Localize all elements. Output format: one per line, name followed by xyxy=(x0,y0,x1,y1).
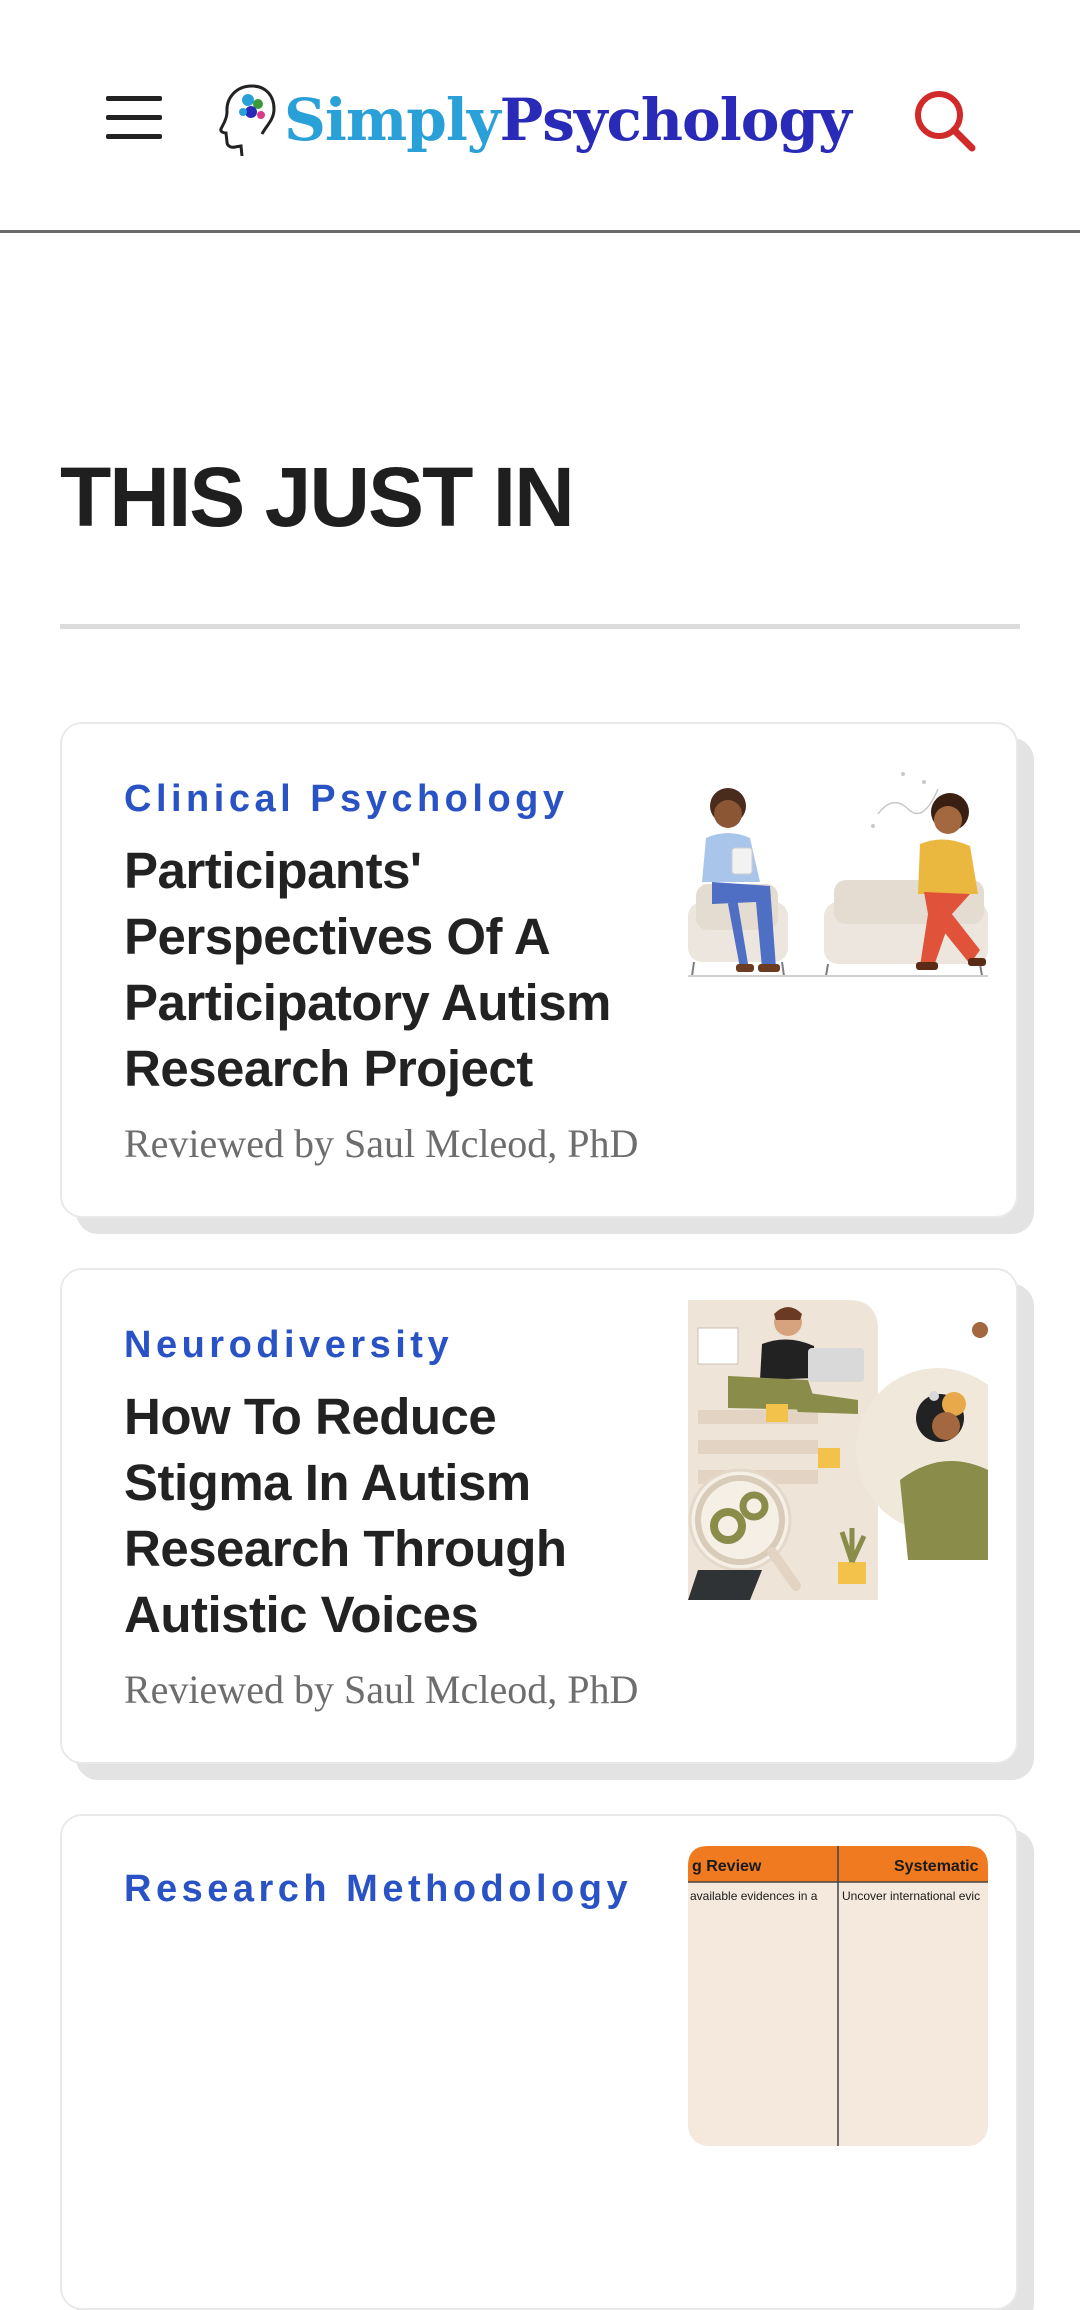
article-card[interactable]: Clinical Psychology Participants' Perspe… xyxy=(60,722,1018,1218)
thumb-header-left: g Review xyxy=(692,1858,762,1875)
logo-psychology: Psychology xyxy=(499,86,852,154)
article-category[interactable]: Neurodiversity xyxy=(124,1324,453,1367)
article-title[interactable]: How To Reduce Stigma In Autism Research … xyxy=(124,1384,654,1648)
article-category[interactable]: Research Methodology xyxy=(124,1868,632,1911)
menu-bar xyxy=(106,96,162,101)
hamburger-menu-icon[interactable] xyxy=(106,96,164,140)
menu-bar xyxy=(106,115,162,120)
systematic-review-table-thumbnail: g Review Systematic available evidences … xyxy=(688,1846,988,2146)
article-card[interactable]: Research Methodology g Review Systematic… xyxy=(60,1814,1018,2310)
therapy-session-illustration xyxy=(688,754,988,1054)
logo-wordmark: SimplyPsychology xyxy=(284,91,852,149)
article-card[interactable]: Neurodiversity How To Reduce Stigma In A… xyxy=(60,1268,1018,1764)
site-logo[interactable]: SimplyPsychology xyxy=(218,80,852,160)
article-byline: Reviewed by Saul Mcleod, PhD xyxy=(124,1667,639,1712)
head-logo-icon xyxy=(219,84,276,157)
search-icon[interactable] xyxy=(912,88,978,154)
article-byline: Reviewed by Saul Mcleod, PhD xyxy=(124,1121,639,1166)
logo-simply: Simply xyxy=(284,86,501,154)
section-divider xyxy=(60,624,1020,629)
site-header: SimplyPsychology xyxy=(0,0,1080,233)
menu-bar xyxy=(106,134,162,139)
thumb-row-left: available evidences in a xyxy=(690,1889,818,1903)
research-collaboration-illustration xyxy=(688,1300,988,1600)
article-title[interactable]: Participants' Perspectives Of A Particip… xyxy=(124,838,654,1102)
article-category[interactable]: Clinical Psychology xyxy=(124,778,569,821)
section-title: THIS JUST IN xyxy=(60,450,575,544)
thumb-header-right: Systematic xyxy=(894,1858,979,1875)
thumb-row-right: Uncover international evic xyxy=(842,1889,980,1903)
